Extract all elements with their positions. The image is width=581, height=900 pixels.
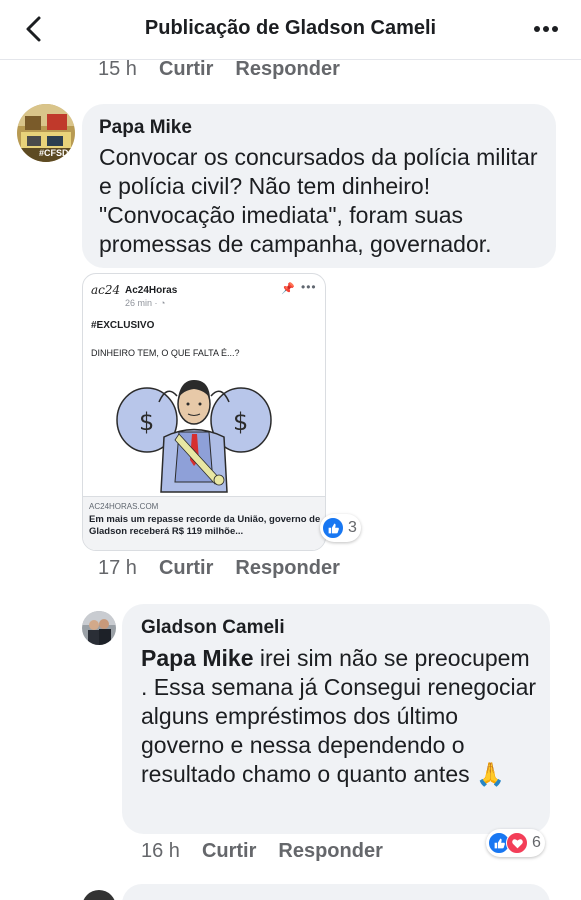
page-title: Publicação de Gladson Cameli (144, 17, 437, 39)
love-reaction-icon (506, 832, 528, 854)
shared-hashtag: #EXCLUSIVO (91, 320, 155, 331)
comment-timestamp: 17 h (98, 557, 137, 579)
link-headline: Em mais um repasse recorde da União, gov… (89, 514, 321, 537)
link-preview-footer[interactable]: AC24HORAS.COM Em mais um repasse recorde… (83, 496, 325, 550)
comment-timestamp: 16 h (141, 840, 180, 862)
comment-author[interactable]: Papa Mike (99, 117, 192, 139)
mention-link[interactable]: Papa Mike (141, 645, 254, 671)
more-options-icon[interactable] (531, 15, 561, 43)
reply-button[interactable]: Responder (235, 58, 339, 81)
comment-actions: 17 h Curtir Responder (98, 557, 362, 580)
reply-bubble[interactable]: Gladson Cameli Papa Mike irei sim não se… (122, 604, 550, 834)
shared-post-time-text: 26 min · (125, 298, 161, 308)
reaction-count: 3 (348, 519, 357, 536)
shared-page-name: Ac24Horas (125, 285, 178, 296)
svg-text:$: $ (233, 408, 248, 436)
top-bar: Publicação de Gladson Cameli (0, 0, 581, 60)
shared-caption: DINHEIRO TEM, O QUE FALTA É...? (91, 348, 240, 358)
shared-post-time: 26 min · ◔ (125, 298, 165, 308)
avatar[interactable] (82, 890, 116, 900)
avatar[interactable] (82, 611, 116, 645)
link-domain: AC24HORAS.COM (89, 502, 159, 511)
comment-bubble[interactable] (122, 884, 550, 900)
previous-comment-actions: 15 h Curtir Responder (98, 58, 362, 81)
like-button[interactable]: Curtir (159, 557, 213, 580)
comment-text: Convocar os concursados da polícia milit… (99, 144, 538, 257)
comment-bubble[interactable]: Papa Mike Convocar os concursados da pol… (82, 104, 556, 268)
avatar-label: #CFSD (39, 148, 69, 158)
cartoon-image: $ $ (109, 362, 279, 497)
reaction-summary[interactable]: 6 (486, 829, 545, 857)
shared-post-card[interactable]: ac24 Ac24Horas 26 min · ◔ 📌 ••• #EXCLUSI… (82, 273, 326, 551)
reply-button[interactable]: Responder (235, 557, 339, 580)
comment-actions: 16 h Curtir Responder (141, 840, 405, 863)
comment-timestamp: 15 h (98, 58, 137, 80)
pin-icon: 📌 (281, 283, 295, 295)
comment-text: Papa Mike irei sim não se preocupem . Es… (141, 644, 541, 789)
svg-text:$: $ (139, 408, 154, 436)
more-options-icon[interactable]: ••• (301, 280, 317, 294)
avatar[interactable]: #CFSD (17, 104, 75, 162)
comment-author[interactable]: Gladson Cameli (141, 617, 285, 639)
page-logo: ac24 (91, 283, 121, 297)
reply-button[interactable]: Responder (278, 840, 382, 863)
like-button[interactable]: Curtir (159, 58, 213, 81)
like-button[interactable]: Curtir (202, 840, 256, 863)
reaction-summary[interactable]: 3 (320, 514, 361, 542)
reaction-count: 6 (532, 834, 541, 851)
like-reaction-icon (322, 517, 344, 539)
globe-icon: ◔ (160, 298, 166, 308)
